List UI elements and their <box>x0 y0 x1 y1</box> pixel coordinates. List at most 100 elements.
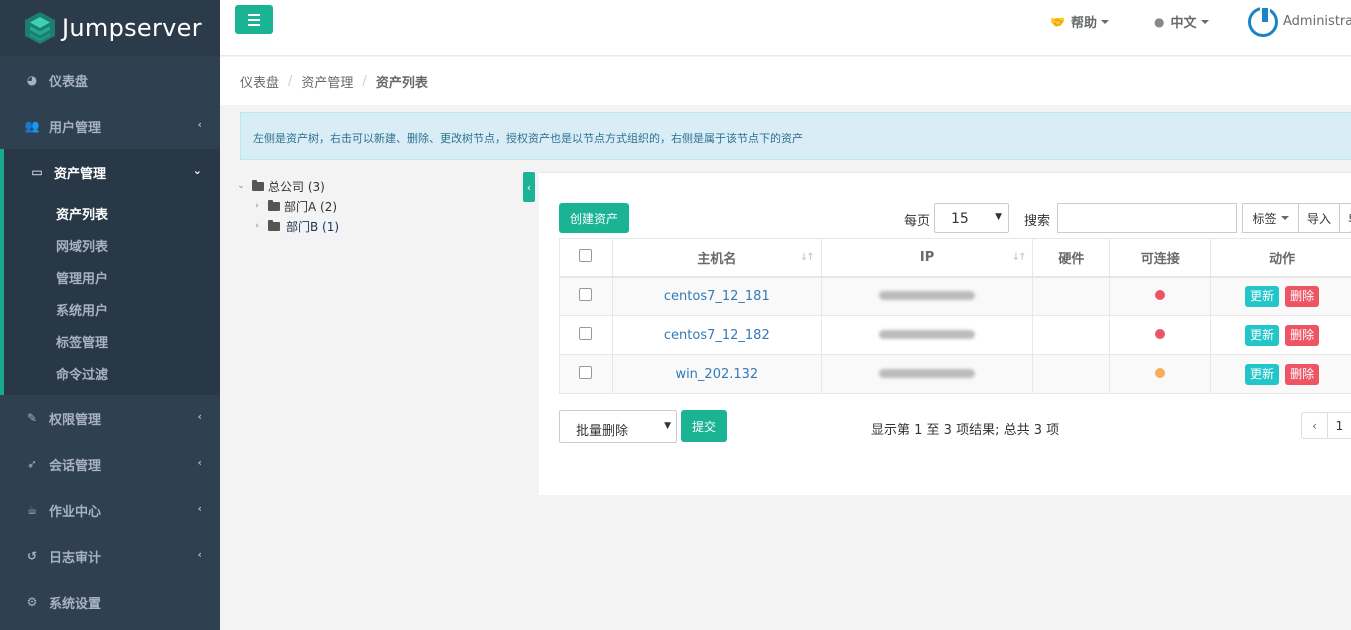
update-button[interactable]: 更新 <box>1245 363 1280 385</box>
status-dot <box>1155 289 1166 300</box>
create-asset-button[interactable]: 创建资产 <box>559 203 630 233</box>
chevron-down-icon[interactable]: ⌄ <box>234 181 248 191</box>
sidebar-item-label: 资产管理 <box>54 166 107 182</box>
chevron-left-icon: ‹ <box>197 410 202 423</box>
sidebar-item-label: 用户管理 <box>49 120 102 136</box>
history-icon: ↺ <box>26 549 38 563</box>
update-button[interactable]: 更新 <box>1245 324 1280 346</box>
status-dot <box>1155 328 1166 339</box>
status-dot <box>1155 367 1166 378</box>
jumpserver-logo-icon <box>25 12 55 44</box>
triangle-down-icon: ▼ <box>995 212 1002 222</box>
delete-button[interactable]: 删除 <box>1285 324 1320 346</box>
update-button[interactable]: 更新 <box>1245 285 1280 307</box>
chevron-down-icon: ⌄ <box>192 164 202 177</box>
search-input[interactable] <box>1057 203 1237 233</box>
hardware-cell <box>1032 276 1111 316</box>
ip-redacted <box>879 290 976 300</box>
sort-icon: ↓↑ <box>799 252 815 263</box>
prev-page-button[interactable]: ‹ <box>1301 412 1328 439</box>
breadcrumb-assets[interactable]: 资产管理 <box>301 72 353 91</box>
breadcrumb-dashboard[interactable]: 仪表盘 <box>240 72 279 91</box>
row-checkbox[interactable] <box>579 287 593 301</box>
hostname-link[interactable]: centos7_12_181 <box>664 289 770 304</box>
rocket-icon: ➶ <box>26 457 38 471</box>
sidebar-item-users[interactable]: 👥 用户管理 ‹ <box>0 103 220 149</box>
submit-button[interactable]: 提交 <box>681 410 727 442</box>
subitem-command-filter[interactable]: 命令过滤 <box>4 357 220 389</box>
tree-node-dept-a[interactable]: › 部门A (2) <box>234 196 341 216</box>
row-checkbox[interactable] <box>579 365 593 379</box>
select-all-checkbox[interactable] <box>579 248 593 262</box>
tree-node-label[interactable]: 部门A (2) <box>284 198 337 215</box>
caret-down-icon <box>1280 216 1289 220</box>
hostname-link[interactable]: win_202.132 <box>675 367 758 382</box>
column-header-hostname[interactable]: 主机名 ↓↑ <box>611 238 822 278</box>
folder-open-icon <box>252 179 264 191</box>
bulk-action-select[interactable]: 批量删除 ▼ <box>559 410 677 443</box>
brand-logo[interactable]: Jumpserver <box>0 0 220 56</box>
tree-node-root[interactable]: ⌄ 总公司 (3) <box>234 176 341 196</box>
sidebar-item-label: 权限管理 <box>49 412 102 428</box>
sidebar-item-perms[interactable]: ✎ 权限管理 ‹ <box>0 395 220 441</box>
users-icon: 👥 <box>24 119 40 133</box>
tree-node-dept-b[interactable]: › 部门B (1) <box>234 216 342 236</box>
sidebar-item-label: 会话管理 <box>49 458 102 474</box>
breadcrumb: 仪表盘 / 资产管理 / 资产列表 <box>220 57 1351 105</box>
delete-button[interactable]: 删除 <box>1285 285 1320 307</box>
subitem-labels[interactable]: 标签管理 <box>4 325 220 357</box>
asset-list-panel: 创建资产 每页 15 ▼ 搜索 标签 导入 导出 主机名↓↑ IP↓↑ 硬件 可… <box>539 172 1351 495</box>
column-header-connectable: 可连接 <box>1109 238 1212 278</box>
hostname-link[interactable]: centos7_12_182 <box>664 328 770 343</box>
table-row: centos7_12_181 更新 删除 <box>559 276 1351 316</box>
help-dropdown[interactable]: 🤝 帮助 <box>1050 12 1109 31</box>
caret-down-icon <box>1200 19 1209 24</box>
sidebar-item-assets[interactable]: ▭ 资产管理 ⌄ <box>0 149 220 195</box>
power-avatar-icon[interactable] <box>1248 6 1278 37</box>
export-button[interactable]: 导出 <box>1339 203 1351 233</box>
tag-dropdown-button[interactable]: 标签 <box>1242 203 1299 233</box>
sidebar-item-label: 仪表盘 <box>49 74 89 90</box>
hardware-cell <box>1032 354 1111 394</box>
sidebar-item-sessions[interactable]: ➶ 会话管理 ‹ <box>0 441 220 487</box>
pagination: ‹ 1 <box>1301 412 1351 439</box>
info-alert: 左侧是资产树，右击可以新建、删除、更改树节点，授权资产也是以节点方式组织的，右侧… <box>240 112 1351 160</box>
gears-icon: ⚙ <box>26 595 38 609</box>
user-name[interactable]: Administrator <box>1283 14 1351 29</box>
asset-tree: ⌄ 总公司 (3) › 部门A (2) › 部门B (1) <box>234 176 342 236</box>
menu-toggle-button[interactable] <box>235 5 273 34</box>
sidebar-item-settings[interactable]: ⚙ 系统设置 <box>0 579 220 625</box>
delete-button[interactable]: 删除 <box>1285 363 1320 385</box>
brand-name: Jumpserver <box>62 14 202 42</box>
per-page-value: 15 <box>951 211 969 227</box>
select-all-header <box>559 238 613 278</box>
folder-icon <box>268 219 280 231</box>
subitem-asset-list[interactable]: 资产列表 <box>4 197 220 229</box>
language-label: 中文 <box>1170 16 1197 31</box>
ip-redacted <box>879 329 976 339</box>
triangle-down-icon: ▼ <box>664 421 671 431</box>
top-navbar: 🤝 帮助 ● 中文 Administrator <box>220 0 1351 56</box>
page-1-button[interactable]: 1 <box>1328 412 1351 439</box>
per-page-select[interactable]: 15 ▼ <box>934 203 1009 233</box>
sidebar-item-ops[interactable]: ☕ 作业中心 ‹ <box>0 487 220 533</box>
column-header-ip[interactable]: IP ↓↑ <box>820 238 1034 278</box>
chevron-right-icon[interactable]: › <box>250 221 264 231</box>
tree-node-label[interactable]: 部门B (1) <box>284 217 342 235</box>
collapse-tree-button[interactable]: ‹ <box>523 172 535 202</box>
pagination-info: 显示第 1 至 3 项结果; 总共 3 项 <box>871 423 1060 438</box>
chevron-right-icon[interactable]: › <box>250 201 264 211</box>
tree-node-label[interactable]: 总公司 (3) <box>268 178 325 195</box>
handshake-icon: 🤝 <box>1050 14 1065 29</box>
sidebar: Jumpserver ◕ 仪表盘 👥 用户管理 ‹ ▭ 资产管理 ⌄ 资产列表 … <box>0 0 220 630</box>
subitem-system-users[interactable]: 系统用户 <box>4 293 220 325</box>
hardware-cell <box>1032 315 1111 355</box>
language-dropdown[interactable]: ● 中文 <box>1154 12 1209 31</box>
subitem-admin-users[interactable]: 管理用户 <box>4 261 220 293</box>
chevron-left-icon: ‹ <box>197 548 202 561</box>
row-checkbox[interactable] <box>579 326 593 340</box>
import-button[interactable]: 导入 <box>1298 203 1340 233</box>
sidebar-item-audits[interactable]: ↺ 日志审计 ‹ <box>0 533 220 579</box>
sidebar-item-dashboard[interactable]: ◕ 仪表盘 <box>0 57 220 103</box>
subitem-domain-list[interactable]: 网域列表 <box>4 229 220 261</box>
